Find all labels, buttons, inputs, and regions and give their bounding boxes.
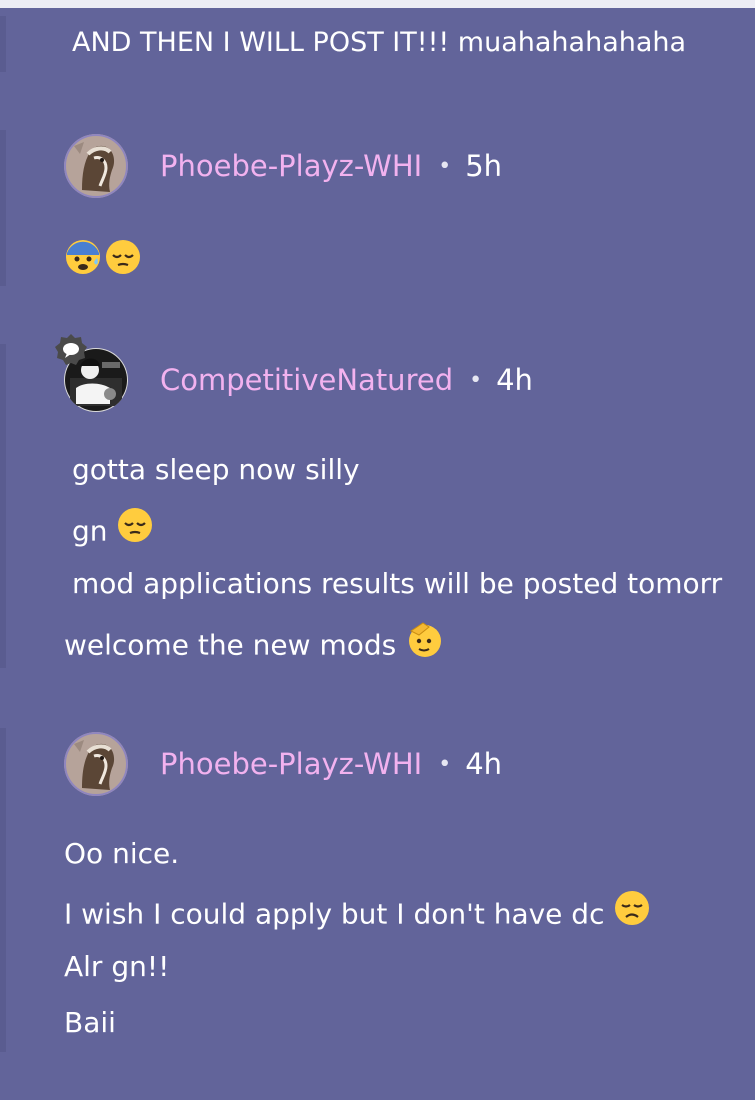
comment-text-line: welcome the new mods <box>64 622 445 671</box>
top-divider <box>0 0 755 8</box>
comment-timestamp: 5h <box>465 149 503 183</box>
separator-dot: • <box>438 751 452 777</box>
comment-timestamp: 4h <box>465 747 503 781</box>
comment-header: CompetitiveNatured • 4h <box>64 347 533 413</box>
comment-username[interactable]: CompetitiveNatured <box>160 363 453 397</box>
comment-text-line: Baii <box>64 1006 116 1039</box>
anxious-sweat-face-emoji <box>64 238 102 280</box>
comment-text-fragment: I wish I could apply but I don't have dc <box>64 897 605 931</box>
comment-header: Phoebe-Playz-WHI • 4h <box>64 731 502 797</box>
comment-badge-icon <box>54 333 88 367</box>
comment-text-fragment: gn <box>72 514 108 548</box>
emoji-row <box>64 238 142 280</box>
relieved-face-emoji <box>116 506 154 553</box>
left-edge-strip <box>0 344 6 668</box>
comment-text-line: Oo nice. <box>64 837 180 870</box>
relieved-face-emoji <box>104 238 142 280</box>
left-edge-strip <box>0 728 6 1052</box>
comment-username[interactable]: Phoebe-Playz-WHI <box>160 149 422 183</box>
comment-text-line: AND THEN I WILL POST IT!!! muahahahahaha <box>72 27 687 58</box>
left-edge-strip <box>0 16 6 72</box>
separator-dot: • <box>469 367 483 393</box>
separator-dot: • <box>438 153 452 179</box>
comment-text-line: Alr gn!! <box>64 950 170 983</box>
comment-text-line: gotta sleep now silly <box>72 453 360 486</box>
comment-username[interactable]: Phoebe-Playz-WHI <box>160 747 422 781</box>
comment-text-fragment: welcome the new mods <box>64 628 397 662</box>
saluting-face-emoji <box>405 619 445 668</box>
comment-timestamp: 4h <box>496 363 533 397</box>
comment-text-line: I wish I could apply but I don't have dc <box>64 889 651 939</box>
comment-header: Phoebe-Playz-WHI • 5h <box>64 133 502 199</box>
left-edge-strip <box>0 130 6 286</box>
horse-avatar[interactable] <box>64 732 128 796</box>
comment-text-line: mod applications results will be posted … <box>72 567 723 600</box>
horse-avatar[interactable] <box>64 134 128 198</box>
comment-text-line: gn <box>72 506 154 556</box>
disappointed-face-emoji <box>613 889 651 936</box>
